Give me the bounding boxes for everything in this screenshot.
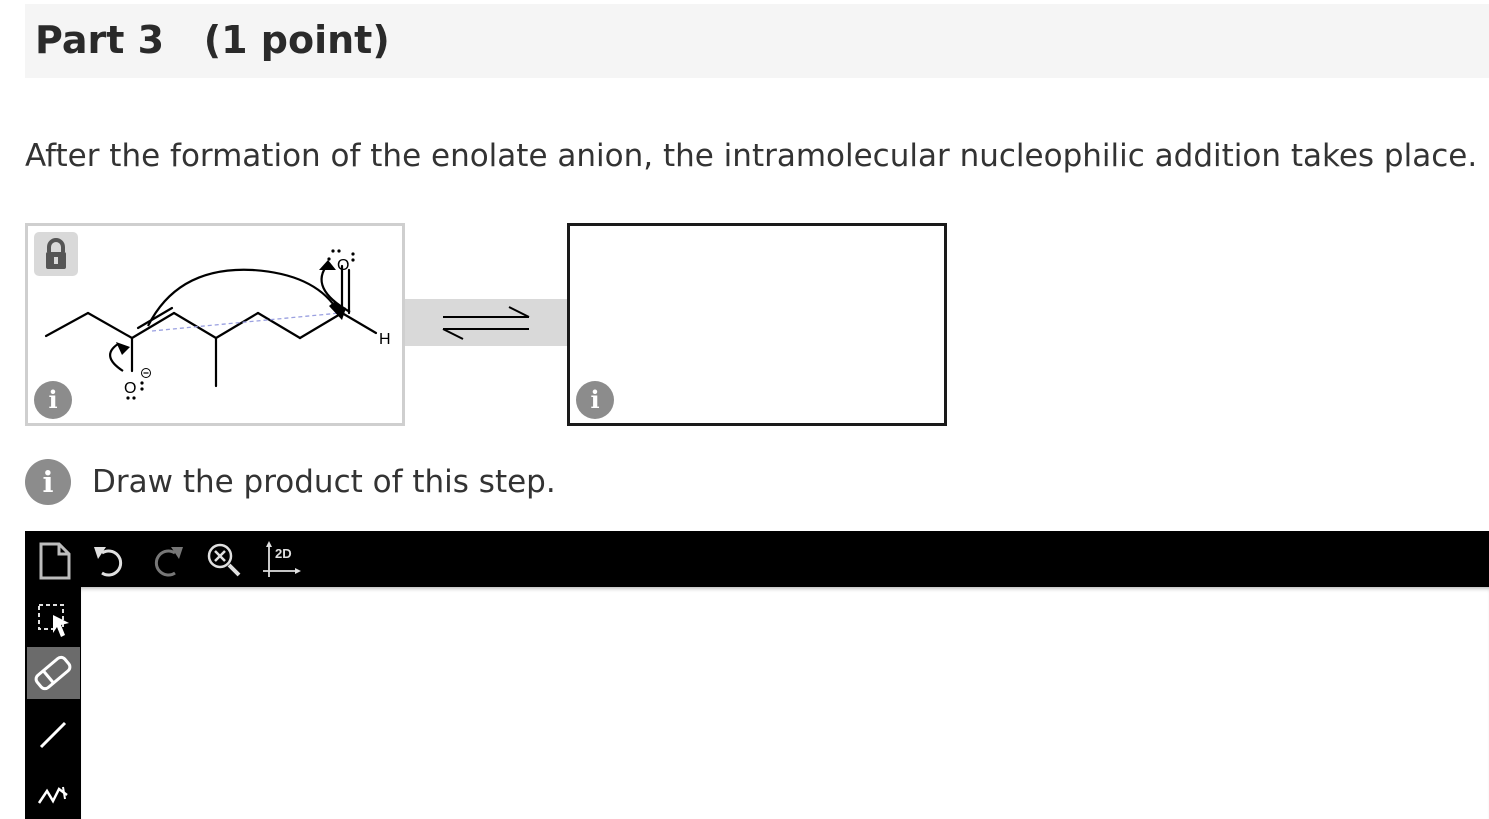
rectangle-select-icon[interactable] — [27, 593, 79, 645]
instruction-text: Draw the product of this step. — [92, 464, 556, 500]
single-bond-icon[interactable] — [27, 709, 79, 761]
product-answer-box[interactable]: i — [567, 223, 947, 426]
clean-2d-icon[interactable]: 2D — [261, 541, 301, 581]
product-info-icon[interactable]: i — [576, 381, 614, 419]
equilibrium-arrow-icon — [442, 306, 530, 340]
equilibrium-arrow-band — [405, 299, 567, 346]
instruction-info-icon[interactable]: i — [25, 459, 71, 505]
eraser-icon — [34, 655, 72, 691]
editor-side-toolbar — [25, 587, 81, 819]
question-prompt: After the formation of the enolate anion… — [25, 138, 1478, 174]
new-document-icon[interactable] — [35, 541, 75, 581]
atom-oxygen-bottom: O — [124, 380, 136, 397]
part-title: Part 3 (1 point) — [35, 18, 390, 62]
clean-2d-label: 2D — [275, 546, 292, 561]
zoom-reset-icon[interactable] — [203, 541, 243, 581]
atom-oxygen-top: O — [337, 257, 349, 274]
drawing-canvas[interactable] — [81, 587, 1489, 819]
editor-toolbar: 2D — [25, 531, 1489, 587]
atom-hydrogen: H — [379, 331, 391, 348]
chain-icon[interactable] — [27, 765, 79, 817]
reactant-structure-box: O H O i — [25, 223, 405, 426]
part-header: Part 3 (1 point) — [25, 4, 1489, 78]
eraser-tool-button[interactable] — [27, 647, 80, 699]
negative-charge-icon — [141, 368, 151, 378]
redo-icon[interactable] — [147, 541, 187, 581]
reactant-info-icon[interactable]: i — [34, 381, 72, 419]
undo-icon[interactable] — [90, 541, 130, 581]
reactant-molecule: O H O — [44, 249, 391, 400]
